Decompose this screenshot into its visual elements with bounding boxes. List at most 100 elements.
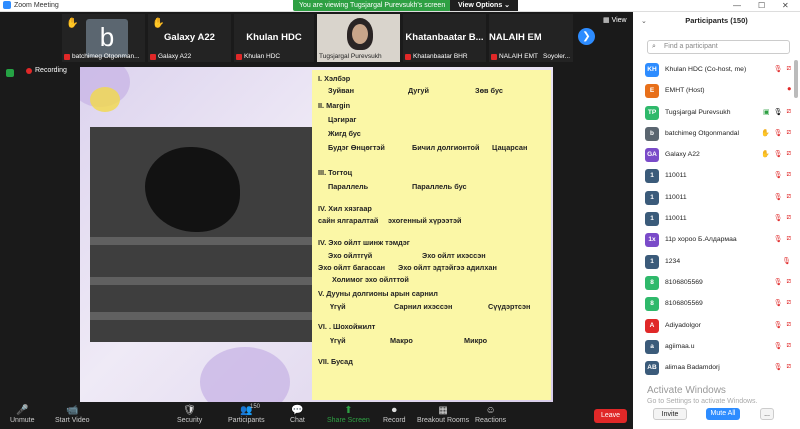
mic-off-icon [491, 53, 497, 60]
mute-all-button[interactable]: Mute All [706, 408, 740, 420]
control-start-video-button[interactable]: 📹 Start Video [55, 404, 90, 424]
recording-indicator[interactable]: Recording [26, 67, 67, 74]
participant-status-icons: ✋ 🎙 ⧄ [761, 129, 791, 137]
invite-button[interactable]: Invite [653, 408, 687, 420]
shield-icon[interactable] [6, 69, 14, 77]
video-tile[interactable]: Khatanbaatar B... Khatanbaatar BHR [403, 14, 486, 62]
scrollbar[interactable] [794, 60, 798, 98]
mic-off-icon: 🎙 [782, 257, 791, 265]
more-button[interactable]: ... [760, 408, 774, 420]
participant-row[interactable]: b batchimeg Otgonmandal ✋ 🎙 ⧄ [633, 124, 791, 145]
video-tile[interactable]: ✋ b batchimeg Otgonman... [62, 14, 145, 62]
recording-label: Recording [35, 67, 67, 74]
participant-row[interactable]: a agiimaa.u 🎙 ⧄ [633, 337, 791, 358]
tile-caption: Tugsjargal Purevsukh [319, 53, 382, 60]
video-tile[interactable]: NALAIH EMT NALAIH EMT [489, 14, 545, 62]
close-button[interactable]: ✕ [782, 0, 789, 12]
video-off-icon: ⧄ [786, 341, 791, 349]
slide-text-line: Холимог эхо ойлттой [332, 275, 409, 284]
participant-row[interactable]: AB alimaa Badamdorj 🎙 ⧄ [633, 358, 791, 379]
slide-text-line: VII. Бусад [318, 357, 353, 366]
participant-row[interactable]: GA Galaxy A22 ✋ 🎙 ⧄ [633, 145, 791, 166]
control-label: Chat [290, 417, 305, 424]
slide-text-line: Дугуй [408, 86, 429, 95]
control-label: Start Video [55, 417, 90, 424]
search-input[interactable]: ⌕ Find a participant [647, 40, 790, 54]
control-icon: 🎤 [16, 405, 29, 416]
avatar: 1x [645, 233, 659, 248]
participant-row[interactable]: 1 1234 🎙 [633, 252, 791, 273]
participant-row[interactable]: 1 110011 🎙 ⧄ [633, 188, 791, 209]
participants-title: Participants (150) [685, 16, 748, 25]
participants-panel: ⌄ Participants (150) ⌕ Find a participant… [633, 12, 800, 429]
title-bar: Zoom Meeting You are viewing Tugsjargal … [0, 0, 800, 12]
avatar: 1 [645, 169, 659, 184]
participant-status-icons: 🎙 [782, 257, 791, 265]
avatar: 8 [645, 297, 659, 312]
control-reactions-button[interactable]: ☺ Reactions [475, 404, 506, 424]
participant-row[interactable]: 1 110011 🎙 ⧄ [633, 209, 791, 230]
mic-off-icon: 🎙 [773, 193, 783, 201]
video-off-icon: ⧄ [786, 107, 791, 115]
grid-icon: ▦ [603, 17, 612, 24]
participant-row[interactable]: 1 110011 🎙 ⧄ [633, 166, 791, 187]
participant-row[interactable]: E EMHT (Host) ⏺ [633, 81, 791, 102]
participant-status-icons: 🎙 ⧄ [774, 363, 791, 371]
raise-hand-icon: ✋ [152, 18, 165, 29]
control-participants-button[interactable]: 👥 150 Participants [228, 404, 265, 424]
view-button[interactable]: ▦ View [603, 16, 627, 24]
slide-text-line: IV. Эхо ойлт шинж тэмдэг [318, 238, 410, 247]
avatar: b [645, 126, 659, 141]
control-record-button[interactable]: ⏺ Record [383, 404, 406, 424]
control-security-button[interactable]: 🛡 Security [177, 404, 202, 424]
video-tile[interactable]: Khulan HDC Khulan HDC [234, 14, 314, 62]
participant-status-icons: 🎙 ⧄ [774, 321, 791, 329]
slide-text-line: эхогенный хүрээтэй [388, 216, 462, 225]
video-off-icon: ⧄ [786, 320, 791, 328]
minimize-button[interactable]: — [733, 0, 741, 12]
zoom-logo-icon [3, 1, 11, 9]
maximize-button[interactable]: ☐ [758, 0, 765, 12]
search-icon: ⌕ [652, 43, 656, 50]
tissue-band [90, 277, 312, 285]
slide-text-line: Бичил долгионтой [412, 143, 480, 152]
mic-off-icon: 🎙 [773, 172, 783, 180]
control-label: Unmute [10, 417, 35, 424]
view-options-button[interactable]: View Options ⌄ [450, 0, 519, 11]
control-breakout-rooms-button[interactable]: ▦ Breakout Rooms [417, 404, 469, 424]
participant-status-icons: 🎙 ⧄ [774, 299, 791, 307]
leave-button[interactable]: Leave [594, 409, 627, 423]
lesion-shape [145, 147, 240, 232]
tile-name: Khatanbaatar B... [405, 32, 484, 43]
control-unmute-button[interactable]: 🎤 Unmute [10, 404, 35, 424]
control-label: Security [177, 417, 203, 424]
slide-text-line: Макро [390, 336, 413, 345]
avatar: E [645, 84, 659, 99]
raise-hand-icon: ✋ [760, 129, 770, 137]
participant-row[interactable]: 8 8106805569 🎙 ⧄ [633, 273, 791, 294]
activate-windows-subtitle: Go to Settings to activate Windows. [647, 398, 758, 405]
video-off-icon: ⧄ [786, 214, 791, 222]
video-off-icon: ⧄ [786, 277, 791, 285]
participant-row[interactable]: 8 8106805569 🎙 ⧄ [633, 294, 791, 315]
participant-row[interactable]: 1x 11р хороо Б.Алдармаа 🎙 ⧄ [633, 230, 791, 251]
video-tile[interactable]: Soyoler... [541, 14, 573, 62]
participant-name: 8106805569 [665, 278, 703, 286]
video-tile-active-speaker[interactable]: Tugsjargal Purevsukh [317, 14, 400, 62]
avatar: 1 [645, 254, 659, 269]
participant-row[interactable]: A Adiyadolgor 🎙 ⧄ [633, 316, 791, 337]
next-page-button[interactable]: ❯ [578, 28, 595, 45]
video-off-icon: ⧄ [786, 171, 791, 179]
control-share-screen-button[interactable]: ⬆ Share Screen [327, 404, 370, 424]
slide-text-line: Сүүдэртсэн [488, 302, 531, 311]
video-tile[interactable]: ✋ Galaxy A22 Galaxy A22 [148, 14, 231, 62]
window-title: Zoom Meeting [14, 1, 59, 9]
tile-caption: Khatanbaatar BHR [413, 53, 468, 60]
participant-name: 110011 [665, 172, 687, 180]
participant-row[interactable]: TP Tugsjargal Purevsukh ▣ 🎙 ⧄ [633, 103, 791, 124]
tissue-band [90, 237, 312, 245]
mic-off-icon: 🎙 [773, 342, 783, 350]
slide-text-line: Эхо ойлт багассан [318, 263, 386, 272]
control-chat-button[interactable]: 💬 Chat [290, 404, 305, 424]
participant-row[interactable]: KH Khulan HDC (Co-host, me) 🎙 ⧄ [633, 60, 791, 81]
